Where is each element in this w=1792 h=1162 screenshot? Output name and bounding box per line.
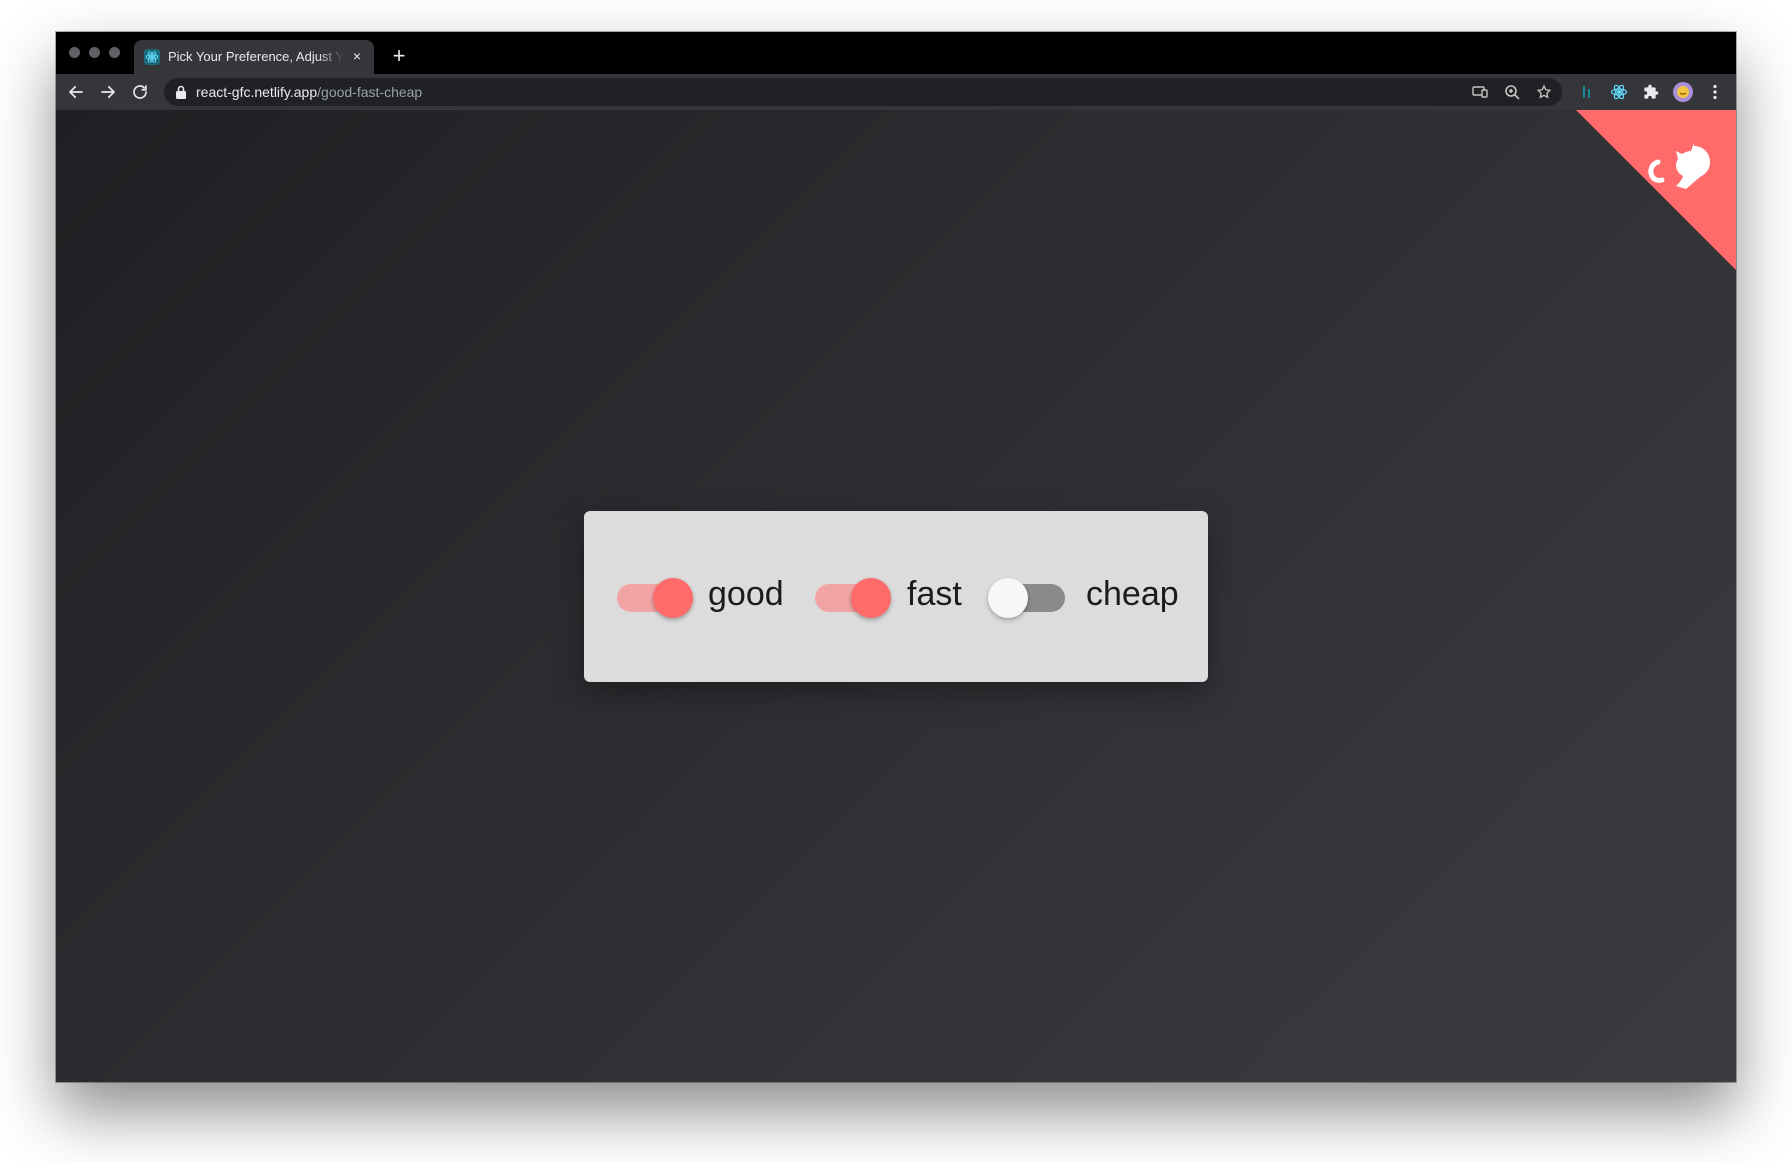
good-label: good: [708, 575, 784, 613]
address-bar[interactable]: react-gfc.netlify.app/good-fast-cheap: [164, 78, 1562, 106]
tab-active[interactable]: Pick Your Preference, Adjust Your Expect…: [134, 40, 374, 74]
cheap-label: cheap: [1086, 575, 1179, 613]
browser-window: Pick Your Preference, Adjust Your Expect…: [56, 32, 1736, 1082]
tab-title: Pick Your Preference, Adjust Your Expect…: [168, 49, 344, 64]
url-path: /good-fast-cheap: [317, 84, 423, 100]
zoom-window-button[interactable]: [109, 47, 120, 58]
url-host: react-gfc.netlify.app: [196, 84, 318, 100]
url-text[interactable]: react-gfc.netlify.app/good-fast-cheap: [196, 84, 422, 100]
extension-bars-icon[interactable]: [1575, 80, 1599, 104]
new-tab-button[interactable]: +: [386, 44, 412, 70]
lock-icon[interactable]: [174, 84, 188, 100]
cheap-switch[interactable]: [988, 571, 1065, 621]
minimize-window-button[interactable]: [89, 47, 100, 58]
tab-strip: Pick Your Preference, Adjust Your Expect…: [56, 32, 1736, 74]
forward-arrow-icon[interactable]: [96, 80, 120, 104]
good-switch-thumb[interactable]: [653, 578, 693, 618]
zoom-icon[interactable]: [1502, 82, 1522, 102]
profile-avatar[interactable]: [1671, 80, 1695, 104]
fast-label: fast: [907, 575, 962, 613]
extensions-puzzle-icon[interactable]: [1639, 80, 1663, 104]
close-window-button[interactable]: [69, 47, 80, 58]
react-favicon-icon: [144, 49, 160, 65]
cheap-switch-thumb[interactable]: [988, 578, 1028, 618]
back-arrow-icon[interactable]: [64, 80, 88, 104]
reload-icon[interactable]: [128, 80, 152, 104]
preference-card: good fast cheap: [584, 511, 1208, 682]
bookmark-star-icon[interactable]: [1534, 82, 1554, 102]
cast-icon[interactable]: [1470, 82, 1490, 102]
page-content: good fast cheap: [56, 110, 1736, 1082]
good-switch[interactable]: [617, 571, 693, 621]
tab-close-icon[interactable]: ×: [348, 47, 366, 65]
react-devtools-icon[interactable]: [1607, 80, 1631, 104]
github-corner-link[interactable]: [1576, 110, 1736, 270]
fast-switch-thumb[interactable]: [851, 578, 891, 618]
more-menu-icon[interactable]: [1703, 80, 1727, 104]
toolbar: react-gfc.netlify.app/good-fast-cheap: [56, 74, 1736, 110]
fast-switch[interactable]: [815, 571, 891, 621]
